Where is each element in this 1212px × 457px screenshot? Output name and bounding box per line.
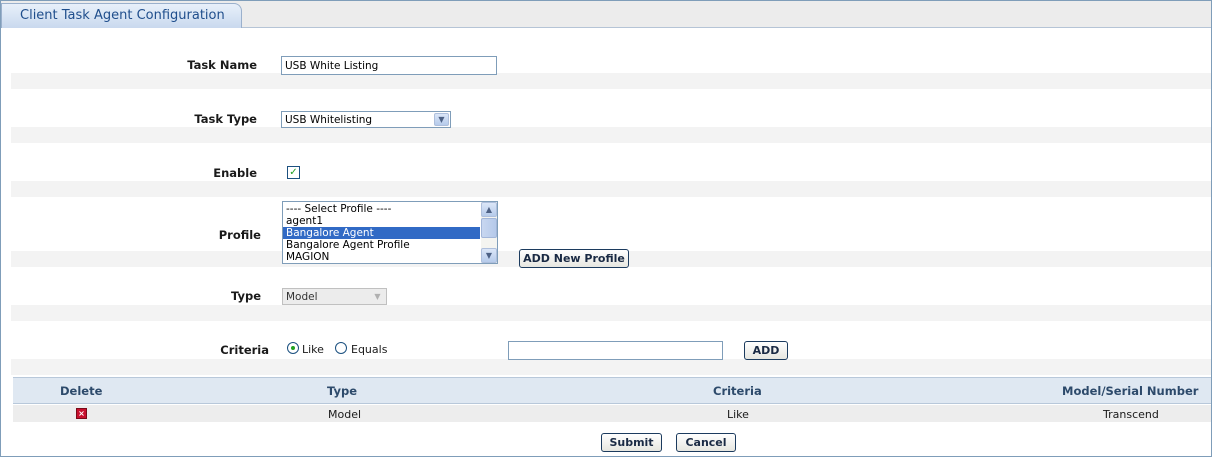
column-header-model-serial: Model/Serial Number xyxy=(1062,384,1199,398)
profile-option[interactable]: MAGION xyxy=(283,251,480,263)
row-band xyxy=(11,359,1211,375)
enable-label: Enable xyxy=(213,166,257,180)
profile-label: Profile xyxy=(218,228,261,242)
tab-bar: Client Task Agent Configuration xyxy=(1,1,1211,28)
criteria-equals-radio[interactable] xyxy=(335,342,347,354)
config-panel: Client Task Agent Configuration Task Nam… xyxy=(0,0,1212,457)
task-type-selected-value: USB Whitelisting xyxy=(285,114,373,126)
task-type-label: Task Type xyxy=(194,112,257,126)
enable-checkbox[interactable]: ✓ xyxy=(287,166,300,179)
task-name-input[interactable]: USB White Listing xyxy=(281,56,497,75)
chevron-down-icon: ▼ xyxy=(370,290,385,303)
profile-option[interactable]: Bangalore Agent Profile xyxy=(283,239,480,251)
column-header-type: Type xyxy=(327,384,358,398)
profile-option-selected[interactable]: Bangalore Agent xyxy=(283,227,480,239)
scroll-up-icon[interactable]: ▲ xyxy=(481,202,497,217)
cell-type: Model xyxy=(328,408,362,421)
add-criteria-button[interactable]: ADD xyxy=(744,341,788,360)
row-band xyxy=(11,73,1211,89)
table-header: Delete Type Criteria Model/Serial Number xyxy=(13,377,1211,404)
type-selected-value: Model xyxy=(286,291,318,303)
criteria-like-radio[interactable] xyxy=(287,342,299,354)
scroll-down-icon[interactable]: ▼ xyxy=(481,248,497,263)
cancel-button[interactable]: Cancel xyxy=(676,433,736,452)
chevron-down-icon[interactable]: ▼ xyxy=(434,113,449,126)
criteria-equals-label[interactable]: Equals xyxy=(351,343,387,356)
table-row: × Model Like Transcend xyxy=(13,405,1211,422)
criteria-value-input[interactable] xyxy=(508,341,723,360)
cell-model-serial: Transcend xyxy=(1103,408,1159,421)
task-name-label: Task Name xyxy=(187,58,257,72)
checkmark-icon: ✓ xyxy=(289,167,298,178)
column-header-delete: Delete xyxy=(60,384,103,398)
row-band xyxy=(11,127,1211,143)
criteria-label: Criteria xyxy=(220,343,269,357)
submit-button[interactable]: Submit xyxy=(601,433,662,452)
profile-scrollbar[interactable]: ▲ ▼ xyxy=(481,202,497,263)
criteria-like-label[interactable]: Like xyxy=(302,343,324,356)
profile-option[interactable]: ---- Select Profile ---- xyxy=(283,203,480,215)
add-new-profile-button[interactable]: ADD New Profile xyxy=(519,249,629,268)
scroll-thumb[interactable] xyxy=(481,218,497,238)
tab-client-task-agent-configuration[interactable]: Client Task Agent Configuration xyxy=(1,3,242,28)
profile-option[interactable]: agent1 xyxy=(283,215,480,227)
radio-selected-dot xyxy=(291,346,295,350)
column-header-criteria: Criteria xyxy=(713,384,762,398)
row-band xyxy=(11,181,1211,197)
type-label: Type xyxy=(230,289,261,303)
task-type-select[interactable]: USB Whitelisting ▼ xyxy=(281,111,451,128)
profile-listbox[interactable]: ---- Select Profile ---- agent1 Bangalor… xyxy=(282,201,498,264)
row-band xyxy=(11,305,1211,321)
cell-criteria: Like xyxy=(727,408,749,421)
type-select: Model ▼ xyxy=(282,288,387,305)
delete-icon[interactable]: × xyxy=(76,408,87,419)
